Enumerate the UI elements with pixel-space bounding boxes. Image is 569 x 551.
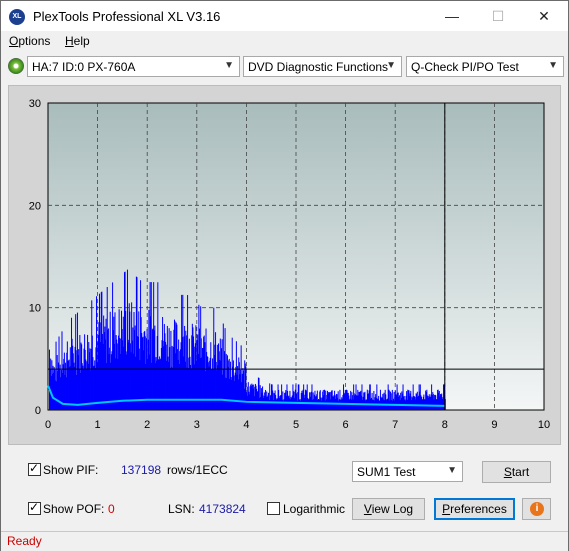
menu-bar: Options Help: [1, 31, 568, 51]
show-pof-label: Show POF:: [43, 502, 105, 516]
lsn-value: 4173824: [199, 502, 246, 516]
sum-test-select[interactable]: SUM1 Test ▼: [352, 461, 463, 482]
menu-options[interactable]: Options: [9, 34, 50, 48]
show-pif-label: Show PIF:: [43, 463, 99, 477]
chevron-down-icon: ▼: [224, 60, 234, 71]
x-tick-label: 1: [95, 419, 101, 431]
x-tick-label: 9: [491, 419, 497, 431]
menu-help-label: elp: [73, 34, 90, 48]
test-select-value: Q-Check PI/PO Test: [411, 60, 519, 74]
window-title: PlexTools Professional XL V3.16: [33, 9, 221, 24]
sum-test-value: SUM1 Test: [357, 465, 416, 479]
show-pif-checkbox[interactable]: [28, 461, 41, 476]
maximize-button[interactable]: ☐: [475, 1, 521, 31]
x-tick-label: 6: [343, 419, 349, 431]
y-tick-label: 0: [35, 405, 41, 417]
x-tick-label: 8: [442, 419, 448, 431]
view-log-accel: V: [363, 502, 372, 516]
view-log-label: iew Log: [371, 502, 414, 516]
function-select-value: DVD Diagnostic Functions: [248, 60, 389, 74]
y-tick-label: 10: [29, 303, 41, 315]
info-button[interactable]: i: [522, 498, 551, 520]
x-tick-label: 7: [392, 419, 398, 431]
preferences-button[interactable]: Preferences: [434, 498, 515, 520]
status-text: Ready: [7, 534, 42, 548]
info-icon: i: [530, 502, 544, 516]
drive-select[interactable]: HA:7 ID:0 PX-760A ▼: [27, 56, 240, 77]
logarithmic-checkbox[interactable]: [267, 502, 280, 515]
y-tick-label: 30: [29, 98, 41, 110]
x-tick-label: 4: [243, 419, 249, 431]
test-select[interactable]: Q-Check PI/PO Test ▼: [406, 56, 564, 77]
drive-select-value: HA:7 ID:0 PX-760A: [32, 60, 136, 74]
app-logo-icon: XL: [9, 9, 25, 25]
logarithmic-label: Logarithmic: [283, 502, 346, 516]
pif-value: 137198: [121, 463, 162, 477]
menu-help-accel: H: [65, 34, 74, 48]
x-tick-label: 10: [538, 419, 550, 431]
show-pof-checkbox[interactable]: [28, 500, 41, 515]
x-tick-label: 3: [194, 419, 200, 431]
view-log-button[interactable]: View Log: [352, 498, 425, 520]
pi-po-chart: 0 1 2 3 4 5 6 7 8 9 10 0 10 20 30: [8, 85, 561, 445]
menu-options-label: ptions: [18, 34, 51, 48]
minimize-button[interactable]: —: [429, 1, 475, 31]
start-accel: S: [503, 465, 512, 479]
preferences-label: references: [450, 502, 507, 516]
chevron-down-icon: ▼: [548, 60, 558, 71]
start-label: tart: [511, 465, 530, 479]
y-tick-label: 20: [29, 200, 41, 212]
results-panel: Show PIF: 137198 rows/1ECC Show POF: 0 L…: [8, 453, 559, 525]
menu-options-accel: O: [9, 34, 19, 48]
app-window: XL PlexTools Professional XL V3.16 — ☐ ✕…: [0, 0, 569, 551]
disc-drive-icon: [8, 58, 24, 74]
x-tick-label: 5: [293, 419, 299, 431]
preferences-accel: P: [442, 502, 451, 516]
menu-help[interactable]: Help: [65, 34, 90, 48]
chevron-down-icon: ▼: [386, 60, 396, 71]
title-bar: XL PlexTools Professional XL V3.16 — ☐ ✕: [1, 1, 568, 31]
start-button[interactable]: Start: [482, 461, 551, 483]
function-select[interactable]: DVD Diagnostic Functions ▼: [243, 56, 402, 77]
chevron-down-icon: ▼: [447, 465, 457, 476]
pif-unit: rows/1ECC: [167, 463, 228, 477]
chart-canvas: 0 1 2 3 4 5 6 7 8 9 10 0 10 20 30: [29, 98, 550, 431]
pof-value: 0: [108, 502, 115, 516]
x-tick-label: 0: [45, 419, 51, 431]
close-button[interactable]: ✕: [521, 1, 567, 31]
x-tick-label: 2: [144, 419, 150, 431]
status-bar: Ready: [1, 531, 568, 551]
lsn-label: LSN:: [168, 502, 195, 516]
